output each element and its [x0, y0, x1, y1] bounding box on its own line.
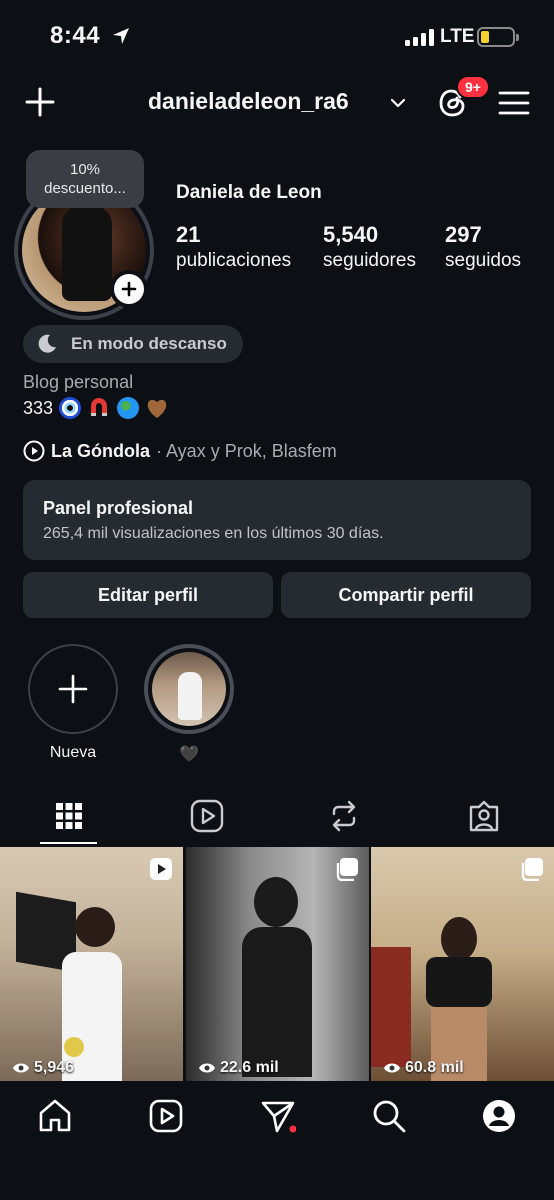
tagged-person-icon [469, 800, 499, 832]
highlight-label: 🖤 [179, 746, 199, 763]
note-line-1: 10% [69, 161, 101, 178]
eye-icon [13, 1063, 29, 1073]
post-views: 22.6 mil [198, 1059, 279, 1077]
reels-icon [190, 799, 224, 833]
tab-reels[interactable] [185, 794, 229, 838]
nazar-amulet-icon [59, 397, 82, 419]
highlight-cover[interactable] [144, 644, 234, 734]
stat-value: 297 [445, 222, 482, 247]
play-circle-icon [23, 440, 45, 462]
plus-icon [121, 281, 137, 297]
reel-icon [150, 858, 172, 880]
chevron-down-icon[interactable] [389, 94, 407, 112]
highlight-new[interactable]: Nueva [28, 644, 118, 762]
highlight-label: Nueva [49, 744, 97, 761]
bottom-nav [0, 1082, 554, 1200]
plus-icon [58, 674, 88, 704]
stat-following[interactable]: 297 seguidos [445, 222, 521, 272]
posts-grid: 5,946 22.6 mil 60.8 mil [0, 847, 554, 1081]
reels-nav-icon[interactable] [148, 1098, 184, 1134]
professional-dashboard[interactable]: Panel profesional 265,4 mil visualizacio… [23, 480, 531, 560]
profile-header: danieladeleon_ra6 9+ [0, 75, 554, 130]
post-thumbnail[interactable]: 5,946 [0, 847, 183, 1081]
stat-posts[interactable]: 21 publicaciones [176, 222, 291, 272]
tab-tagged[interactable] [462, 794, 506, 838]
stat-value: 21 [176, 222, 201, 247]
stat-followers[interactable]: 5,540 seguidores [323, 222, 416, 272]
music-artists: · Ayax y Prok, Blasfem [156, 440, 337, 461]
rest-mode-label: En modo descanso [71, 334, 227, 353]
views-count: 60.8 mil [405, 1059, 464, 1076]
profile-tabs [0, 794, 554, 846]
highlight-item[interactable]: 🖤 [144, 644, 234, 764]
views-count: 5,946 [34, 1059, 75, 1076]
add-story-button[interactable] [110, 270, 148, 308]
carousel-icon [336, 858, 358, 881]
profile-category: Blog personal [23, 372, 134, 392]
moon-icon [38, 334, 56, 353]
stat-label: seguidos [445, 250, 522, 271]
stat-label: publicaciones [176, 250, 292, 271]
rest-mode-pill[interactable]: En modo descanso [23, 325, 243, 363]
notification-badge: 9+ [456, 75, 490, 99]
magnet-icon [91, 398, 108, 416]
globe-icon [117, 397, 140, 419]
stat-value: 5,540 [323, 222, 379, 247]
post-thumbnail[interactable]: 60.8 mil [371, 847, 554, 1081]
create-plus-icon[interactable] [24, 86, 56, 118]
profile-bio: 333 [23, 396, 169, 420]
carousel-icon [521, 858, 543, 881]
home-icon[interactable] [37, 1098, 73, 1134]
post-views: 5,946 [12, 1059, 74, 1077]
brown-heart-icon [147, 399, 167, 418]
status-bar: 8:44 LTE [0, 0, 554, 72]
eye-icon [384, 1063, 400, 1073]
music-song: La Góndola [51, 440, 150, 461]
tab-grid[interactable] [47, 794, 91, 838]
panel-subtitle: 265,4 mil visualizaciones en los últimos… [43, 525, 384, 542]
status-time: 8:44 [50, 22, 101, 49]
grid-icon [56, 803, 82, 829]
views-count: 22.6 mil [220, 1059, 279, 1076]
profile-nav-icon[interactable] [481, 1098, 517, 1134]
post-thumbnail[interactable]: 22.6 mil [186, 847, 369, 1081]
share-profile-button[interactable]: Compartir perfil [281, 572, 531, 618]
messages-icon[interactable] [260, 1098, 296, 1134]
repost-icon [332, 800, 356, 832]
network-label: LTE [440, 26, 475, 47]
note-line-2: descuento... [44, 180, 126, 197]
profile-note[interactable]: 10% descuento... [26, 150, 144, 208]
bio-text: 333 [23, 397, 54, 418]
highlight-new-circle[interactable] [28, 644, 118, 734]
profile-music[interactable]: La Góndola · Ayax y Prok, Blasfem [23, 440, 337, 462]
stat-label: seguidores [323, 250, 416, 271]
battery-icon [477, 27, 519, 47]
username-switcher[interactable]: danieladeleon_ra6 [148, 88, 349, 115]
tab-reposts[interactable] [322, 794, 366, 838]
profile-name: Daniela de Leon [176, 182, 322, 203]
eye-icon [199, 1063, 215, 1073]
location-arrow-icon [113, 28, 129, 44]
panel-title: Panel profesional [43, 498, 194, 518]
signal-icon [405, 28, 434, 46]
active-tab-indicator [40, 842, 97, 844]
hamburger-menu-icon[interactable] [498, 90, 530, 116]
search-icon[interactable] [371, 1098, 407, 1134]
edit-profile-button[interactable]: Editar perfil [23, 572, 273, 618]
post-views: 60.8 mil [383, 1059, 464, 1077]
